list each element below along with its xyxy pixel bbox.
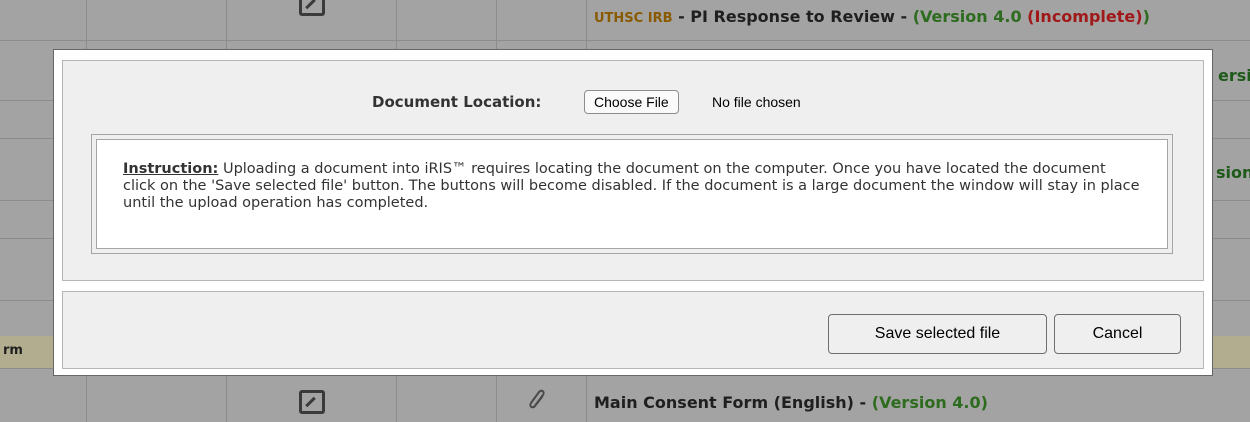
- bg-title-segment: - PI Response to Review -: [672, 7, 913, 26]
- document-location-label: Document Location:: [372, 93, 542, 111]
- cancel-button[interactable]: Cancel: [1054, 314, 1181, 354]
- bg-title-segment: -: [853, 393, 872, 412]
- bg-title-segment: UTHSC IRB: [594, 11, 673, 26]
- background-document-title[interactable]: Main Consent Form (English) - (Version 4…: [594, 393, 988, 412]
- instruction-content: Instruction: Uploading a document into i…: [96, 139, 1168, 249]
- bg-title-segment: (Version 4.0): [871, 393, 988, 412]
- edit-document-icon[interactable]: [299, 390, 325, 414]
- bg-title-segment: (Incomplete): [1021, 7, 1143, 26]
- instruction-title: Instruction:: [123, 161, 219, 177]
- background-fragment: sion: [1216, 163, 1250, 182]
- choose-file-button[interactable]: Choose File: [584, 90, 679, 114]
- file-status-text: No file chosen: [712, 94, 801, 110]
- paperclip-icon[interactable]: [528, 387, 548, 413]
- background-document-title[interactable]: UTHSC IRB - PI Response to Review - (Ver…: [594, 7, 1150, 26]
- edit-document-icon[interactable]: [299, 0, 325, 16]
- background-fragment: ersi: [1218, 66, 1250, 85]
- bg-title-segment: (Version 4.0: [912, 7, 1022, 26]
- save-selected-file-button[interactable]: Save selected file: [828, 314, 1047, 354]
- document-location-row: Document Location: Choose File No file c…: [63, 90, 1203, 114]
- bg-title-segment: Main Consent Form (English): [594, 393, 854, 412]
- bg-title-segment: ): [1142, 7, 1150, 26]
- upload-document-dialog: Document Location: Choose File No file c…: [53, 49, 1213, 376]
- background-fragment: rm: [3, 343, 23, 358]
- instruction-body: Uploading a document into iRIS™ requires…: [123, 161, 1140, 211]
- instruction-box: Instruction: Uploading a document into i…: [91, 134, 1173, 254]
- button-panel: Save selected file Cancel: [62, 291, 1204, 369]
- upload-panel: Document Location: Choose File No file c…: [62, 60, 1204, 281]
